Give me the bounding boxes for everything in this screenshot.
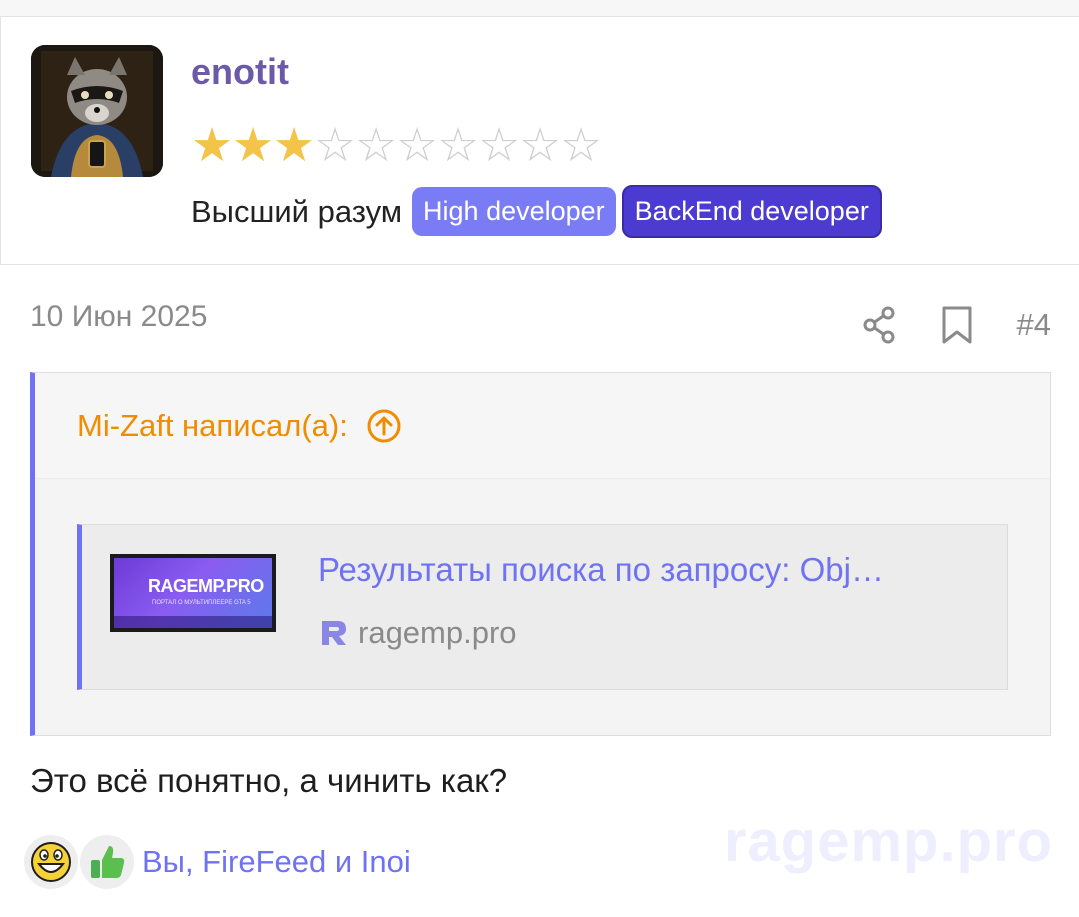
watermark: ragemp.pro — [723, 809, 1053, 874]
avatar[interactable] — [31, 45, 163, 177]
reactions-bar[interactable]: Вы, FireFeed и Inoi — [24, 835, 411, 889]
star-filled-icon: ★ — [232, 118, 275, 171]
embed-title[interactable]: Результаты поиска по запросу: Obj… — [318, 551, 983, 589]
top-strip — [0, 0, 1079, 17]
post-actions: #4 — [861, 305, 1051, 345]
thumb-logo: RAGEMP.PRO — [148, 576, 264, 596]
star-empty-icon: ☆ — [437, 118, 480, 171]
star-empty-icon: ☆ — [396, 118, 439, 171]
user-title: Высший разум — [191, 193, 403, 229]
quote-header: Mi-Zaft написал(а): — [35, 373, 1050, 479]
thumbs-up-icon[interactable] — [80, 835, 134, 889]
star-empty-icon: ☆ — [314, 118, 357, 171]
ragemp-logo-icon — [318, 617, 350, 649]
post-date[interactable]: 10 Июн 2025 — [30, 300, 207, 334]
star-empty-icon: ☆ — [519, 118, 562, 171]
star-empty-icon: ☆ — [355, 118, 398, 171]
username[interactable]: enotit — [191, 51, 289, 93]
rating-stars: ★ ★ ★ ☆ ☆ ☆ ☆ ☆ ☆ ☆ — [191, 118, 603, 171]
user-info-block: enotit ★ ★ ★ ☆ ☆ ☆ ☆ ☆ ☆ ☆ Высший разум High deve… — [0, 17, 1079, 265]
star-empty-icon: ☆ — [560, 118, 603, 171]
share-icon[interactable] — [861, 305, 897, 345]
star-filled-icon: ★ — [273, 118, 316, 171]
embed-thumbnail[interactable]: RAGEMP.PRO ПОРТАЛ О МУЛЬТИПЛЕЕРЕ GTA 5 — [110, 554, 276, 632]
embed-domain-row: ragemp.pro — [318, 615, 517, 651]
go-to-quote-icon[interactable] — [366, 408, 402, 444]
badge-high-developer: High developer — [412, 187, 616, 236]
laugh-emoji-icon[interactable] — [24, 835, 78, 889]
embed-domain: ragemp.pro — [358, 615, 517, 650]
post-number-link[interactable]: #4 — [1017, 307, 1051, 343]
reaction-users[interactable]: Вы, FireFeed и Inoi — [142, 844, 411, 880]
thumb-bar — [114, 616, 272, 628]
quote-author[interactable]: Mi-Zaft написал(а): — [77, 408, 348, 444]
thumb-subtitle: ПОРТАЛ О МУЛЬТИПЛЕЕРЕ GTA 5 — [152, 600, 251, 606]
link-embed[interactable]: RAGEMP.PRO ПОРТАЛ О МУЛЬТИПЛЕЕРЕ GTA 5 Р… — [77, 524, 1008, 690]
bookmark-icon[interactable] — [939, 305, 975, 345]
quote-block: Mi-Zaft написал(а): RAGEMP.PRO ПОРТАЛ О … — [30, 372, 1051, 736]
badge-backend-developer: BackEnd developer — [621, 185, 882, 238]
post-text: Это всё понятно, а чинить как? — [30, 762, 508, 799]
user-title-row: Высший разум High developer BackEnd deve… — [191, 185, 888, 238]
star-filled-icon: ★ — [191, 118, 234, 171]
star-empty-icon: ☆ — [478, 118, 521, 171]
